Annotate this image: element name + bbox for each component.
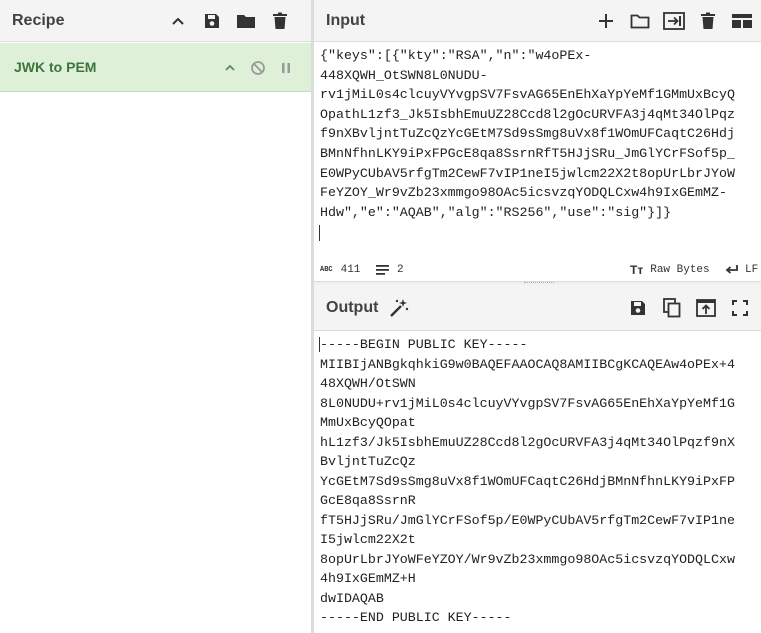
line-ending-value: LF	[745, 264, 759, 276]
import-icon[interactable]	[657, 5, 691, 37]
output-line: -----END PUBLIC KEY-----	[320, 610, 512, 625]
input-line: f9nXBvljntTuZcQzYcGEtM7Sd9sSmg8uVx8f1WOm…	[320, 126, 735, 142]
save-icon[interactable]	[621, 292, 655, 324]
raw-bytes-label: Raw Bytes	[650, 264, 710, 276]
input-title: Input	[326, 11, 366, 29]
save-icon[interactable]	[195, 5, 229, 37]
output-line: YcGEtM7Sd9sSmg8uVx8f1WOmUFCaqtC26HdjBMnN…	[320, 473, 735, 489]
char-count: ABC 411	[320, 264, 360, 276]
operation-controls	[219, 43, 297, 92]
output-toolbar	[621, 285, 757, 331]
output-panel: Output -----BEGIN PUBLIC KEY----- MIIBIjA…	[314, 285, 761, 633]
output-line: GcE8qa8SsrnR	[320, 493, 416, 508]
output-title: Output	[326, 298, 379, 316]
line-ending-toggle[interactable]: LF	[725, 264, 758, 276]
recipe-operation-jwk-to-pem[interactable]: JWK to PEM	[0, 43, 311, 92]
input-line: {"keys":[{"kty":"RSA","n":"w4oPEx-	[320, 48, 592, 63]
maximize-icon[interactable]	[723, 292, 757, 324]
trash-icon[interactable]	[691, 5, 725, 37]
line-count: 2	[376, 264, 404, 276]
recipe-header: Recipe	[0, 0, 311, 42]
output-line: MIIBIjANBgkqhkiG9w0BAQEFAAOCAQ8AMIIBCgKC…	[320, 356, 735, 372]
abc-icon: ABC	[320, 266, 333, 274]
input-line: FeYZOY_Wr9vZb23xmmgo98OAc5icsvzqYODQLCxw…	[320, 185, 727, 201]
input-line: BMnNfhnLKY9iPxFPGcE8qa8SsrnRfT5HJjSRu_Jm…	[320, 145, 735, 161]
folder-icon[interactable]	[229, 5, 263, 37]
chevron-up-icon[interactable]	[161, 5, 195, 37]
disable-icon[interactable]	[247, 52, 269, 84]
operation-name: JWK to PEM	[14, 59, 97, 75]
splitter-grip[interactable]	[524, 282, 554, 284]
output-line: dwIDAQAB	[320, 590, 384, 606]
line-count-value: 2	[397, 264, 404, 276]
add-icon[interactable]	[589, 5, 623, 37]
text-caret	[319, 337, 320, 352]
output-header: Output	[314, 285, 761, 331]
copy-icon[interactable]	[655, 292, 689, 324]
output-line: 4h9IxGEmMZ+H	[320, 571, 416, 586]
output-line: I5jwlcm22X2t	[320, 532, 416, 547]
text-size-icon: Tт	[630, 263, 644, 277]
lines-icon	[376, 265, 389, 275]
text-caret	[319, 225, 320, 241]
output-line: -----BEGIN PUBLIC KEY-----	[320, 337, 528, 352]
char-count-value: 411	[340, 264, 361, 276]
input-textarea[interactable]: {"keys":[{"kty":"RSA","n":"w4oPEx- 448XQW…	[320, 46, 760, 222]
input-status-bar: ABC 411 2 Tт Raw Bytes LF	[314, 259, 761, 281]
output-line: hL1zf3/Jk5IsbhEmuUZ28Ccd8l2gOcURVFA3j4qM…	[320, 434, 735, 450]
magic-wand-icon[interactable]	[382, 292, 416, 324]
chevron-up-icon[interactable]	[219, 52, 241, 84]
raw-bytes-toggle[interactable]: Tт Raw Bytes	[630, 263, 710, 277]
pause-icon[interactable]	[275, 52, 297, 84]
output-line: 48XQWH/OtSWN	[320, 376, 416, 391]
recipe-title: Recipe	[12, 11, 65, 29]
open-folder-icon[interactable]	[623, 5, 657, 37]
output-line: 8opUrLbrJYoWFeYZOY/Wr9vZb23xmmgo98OAc5ic…	[320, 551, 735, 567]
output-textarea[interactable]: -----BEGIN PUBLIC KEY----- MIIBIjANBgkqhk…	[320, 335, 760, 628]
input-panel: Input {"keys":[{"kty":"RSA","n":"w4oPEx-…	[314, 0, 761, 282]
output-line: MmUxBcyQOpat	[320, 415, 416, 430]
input-toolbar	[589, 0, 759, 42]
input-line: E0WPyCUbAV5rfgTm2CewF7vIP1neI5jwlcm22X2t…	[320, 165, 735, 181]
input-line: OpathL1zf3_Jk5IsbhEmuUZ28Ccd8l2gOcURVFA3…	[320, 106, 735, 122]
replace-input-icon[interactable]	[689, 292, 723, 324]
input-header: Input	[314, 0, 761, 42]
trash-icon[interactable]	[263, 5, 297, 37]
recipe-toolbar	[161, 0, 297, 42]
output-line: BvljntTuZcQz	[320, 454, 416, 469]
input-line: 448XQWH_OtSWN8L0NUDU-	[320, 67, 488, 83]
output-line: fT5HJjSRu/JmGlYCrFSof5p/E0WPyCUbAV5rfgTm…	[320, 512, 735, 528]
output-line: 8L0NUDU+rv1jMiL0s4clcuyVYvgpSV7FsvAG65En…	[320, 395, 735, 411]
recipe-panel: Recipe JWK to PEM	[0, 0, 311, 633]
input-line: Hdw","e":"AQAB","alg":"RS256","use":"sig…	[320, 204, 672, 220]
layout-icon[interactable]	[725, 5, 759, 37]
input-line: rv1jMiL0s4clcuyVYvgpSV7FsvAG65EnEhXaYpYe…	[320, 87, 735, 103]
return-arrow-icon	[725, 265, 738, 274]
